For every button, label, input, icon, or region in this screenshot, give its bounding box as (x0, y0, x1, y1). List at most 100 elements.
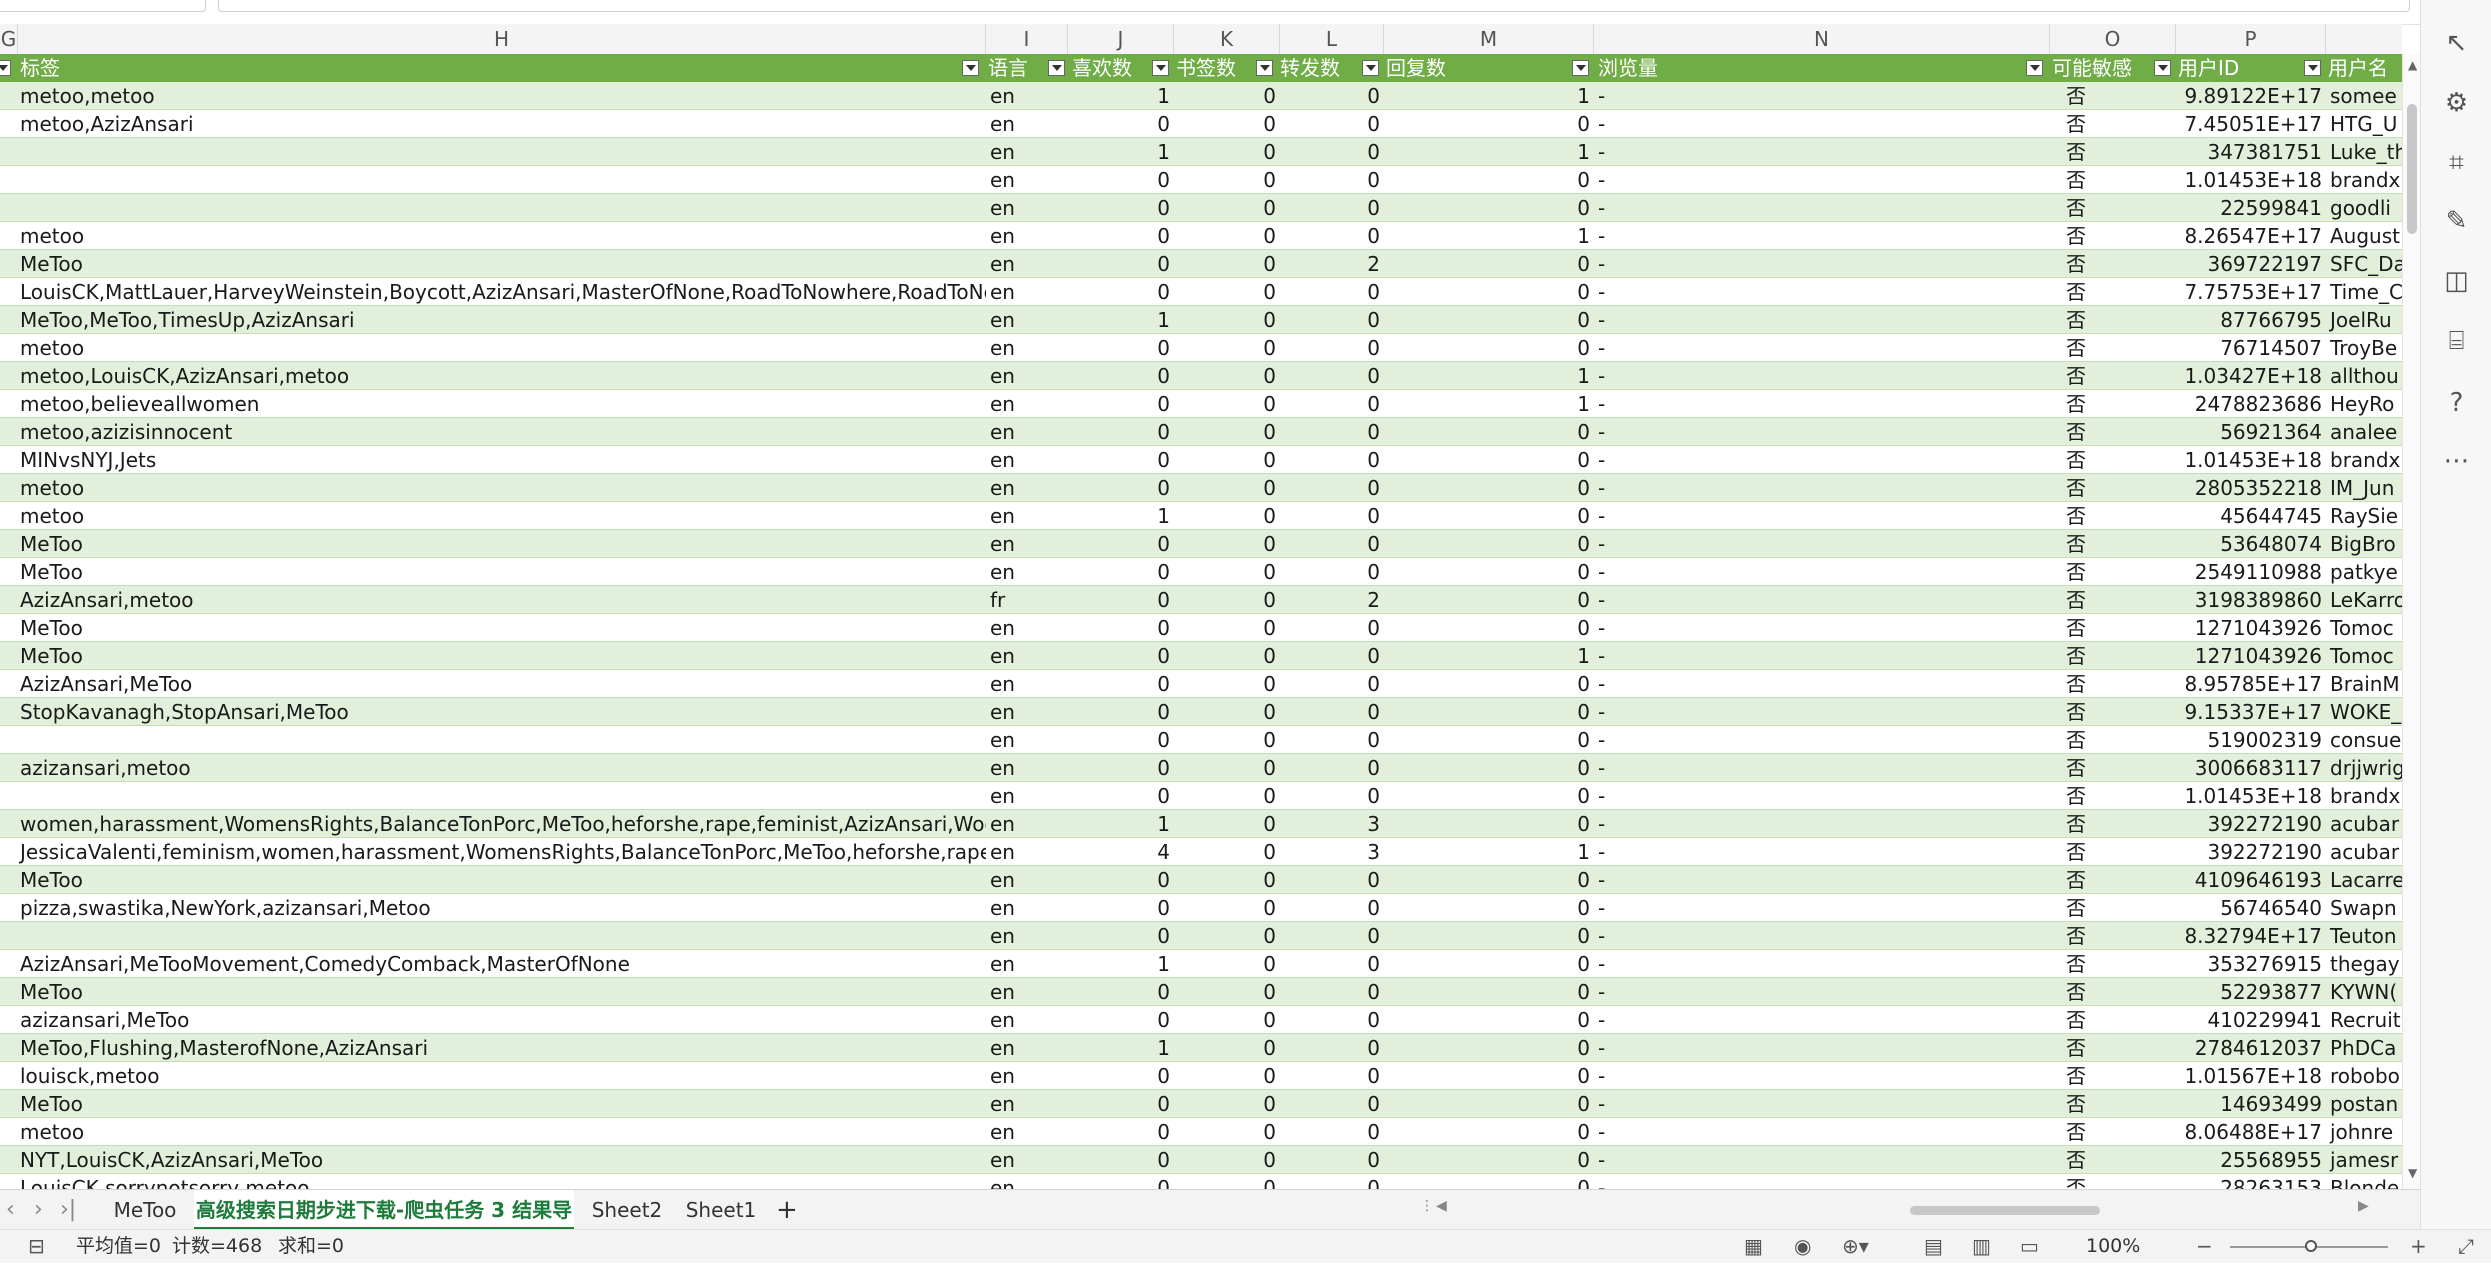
cell-sensitive[interactable]: 否 (2050, 502, 2098, 530)
cell-tag[interactable]: louisck,metoo (16, 1062, 986, 1090)
cell-bookmarks[interactable]: 0 (1174, 306, 1280, 334)
cell-sensitive[interactable]: 否 (2050, 530, 2098, 558)
cell-username[interactable]: Recruit (2326, 1006, 2402, 1034)
cell-replies[interactable]: 1 (1384, 222, 1594, 250)
cell-retweets[interactable]: 0 (1280, 642, 1384, 670)
cell-username[interactable]: HeyRo (2326, 390, 2402, 418)
vertical-scrollbar[interactable]: ▲ ▼ (2402, 54, 2421, 1189)
cell-replies[interactable]: 1 (1384, 838, 1594, 866)
cell-views[interactable]: - (1594, 1090, 2050, 1118)
cell-tag[interactable] (16, 166, 986, 194)
cell-lang[interactable]: en (986, 418, 1068, 446)
cell-tag[interactable]: metoo (16, 222, 986, 250)
crosshair-icon[interactable]: ⊕▾ (1842, 1230, 1869, 1263)
cell-username[interactable]: patkye (2326, 558, 2402, 586)
cell-retweets[interactable]: 0 (1280, 1146, 1384, 1174)
cell-likes[interactable]: 0 (1068, 754, 1174, 782)
cell-userid[interactable]: 1271043926 (2176, 614, 2326, 642)
cell-replies[interactable]: 0 (1384, 1006, 1594, 1034)
cell-views[interactable]: - (1594, 306, 2050, 334)
filter-dropdown-icon[interactable] (1152, 60, 1169, 76)
cell-retweets[interactable]: 0 (1280, 194, 1384, 222)
cell-replies[interactable]: 1 (1384, 82, 1594, 110)
cell-username[interactable]: Tomoc (2326, 614, 2402, 642)
cell-replies[interactable]: 0 (1384, 250, 1594, 278)
cell-lang[interactable]: en (986, 1090, 1068, 1118)
cell-likes[interactable]: 1 (1068, 950, 1174, 978)
cell-sensitive[interactable]: 否 (2050, 1006, 2098, 1034)
cell-sensitive[interactable]: 否 (2050, 474, 2098, 502)
cell-likes[interactable]: 0 (1068, 250, 1174, 278)
cell-tag[interactable]: MeToo (16, 614, 986, 642)
cell-views[interactable]: - (1594, 1118, 2050, 1146)
cell-replies[interactable]: 0 (1384, 1062, 1594, 1090)
cell-retweets[interactable]: 0 (1280, 726, 1384, 754)
cell-userid[interactable]: 9.15337E+17 (2176, 698, 2326, 726)
cell-views[interactable]: - (1594, 194, 2050, 222)
column-header-G[interactable]: G (0, 24, 18, 54)
cell-likes[interactable]: 1 (1068, 138, 1174, 166)
cell-username[interactable]: Teuton (2326, 922, 2402, 950)
cell-username[interactable]: goodli (2326, 194, 2402, 222)
cell-sensitive[interactable]: 否 (2050, 922, 2098, 950)
filter-dropdown-icon[interactable] (2304, 60, 2321, 76)
cell-userid[interactable]: 2549110988 (2176, 558, 2326, 586)
more-icon[interactable]: ⋯ (2421, 446, 2491, 476)
cell-sensitive[interactable]: 否 (2050, 642, 2098, 670)
cell-tag[interactable]: women,harassment,WomensRights,BalanceTon… (16, 810, 986, 838)
zoom-level[interactable]: 100% (2086, 1230, 2140, 1263)
cell-userid[interactable]: 45644745 (2176, 502, 2326, 530)
cell-userid[interactable]: 9.89122E+17 (2176, 82, 2326, 110)
cell-replies[interactable]: 0 (1384, 306, 1594, 334)
cell-retweets[interactable]: 2 (1280, 250, 1384, 278)
cell-username[interactable]: WOKE_ (2326, 698, 2402, 726)
cell-replies[interactable]: 0 (1384, 950, 1594, 978)
cell-bookmarks[interactable]: 0 (1174, 82, 1280, 110)
cell-lang[interactable]: en (986, 866, 1068, 894)
cell-views[interactable]: - (1594, 894, 2050, 922)
cell-sensitive[interactable]: 否 (2050, 782, 2098, 810)
cell-tag[interactable]: AzizAnsari,MeTooMovement,ComedyComback,M… (16, 950, 986, 978)
cell-likes[interactable]: 0 (1068, 194, 1174, 222)
cell-replies[interactable]: 1 (1384, 642, 1594, 670)
cell-bookmarks[interactable]: 0 (1174, 418, 1280, 446)
cell-userid[interactable]: 347381751 (2176, 138, 2326, 166)
cell-lang[interactable]: en (986, 782, 1068, 810)
cell-retweets[interactable]: 0 (1280, 502, 1384, 530)
cell-replies[interactable]: 0 (1384, 922, 1594, 950)
cell-sensitive[interactable]: 否 (2050, 1174, 2098, 1189)
cell-sensitive[interactable]: 否 (2050, 390, 2098, 418)
horizontal-scroll-thumb[interactable] (1910, 1206, 2100, 1215)
cell-likes[interactable]: 0 (1068, 110, 1174, 138)
cell-retweets[interactable]: 0 (1280, 1062, 1384, 1090)
cell-likes[interactable]: 0 (1068, 334, 1174, 362)
cell-likes[interactable]: 0 (1068, 922, 1174, 950)
cell-likes[interactable]: 0 (1068, 1118, 1174, 1146)
cell-sensitive[interactable]: 否 (2050, 894, 2098, 922)
cell-likes[interactable]: 0 (1068, 642, 1174, 670)
cell-userid[interactable]: 1.01453E+18 (2176, 446, 2326, 474)
cell-userid[interactable]: 1.03427E+18 (2176, 362, 2326, 390)
cell-tag[interactable]: metoo,LouisCK,AzizAnsari,metoo (16, 362, 986, 390)
cell-userid[interactable]: 14693499 (2176, 1090, 2326, 1118)
scroll-up-icon[interactable]: ▲ (2408, 58, 2417, 72)
sheet-tab-sheet1[interactable]: Sheet1 (674, 1190, 768, 1230)
filter-dropdown-icon[interactable] (1256, 60, 1273, 76)
cell-tag[interactable]: metoo (16, 1118, 986, 1146)
cell-bookmarks[interactable]: 0 (1174, 1034, 1280, 1062)
cell-userid[interactable]: 56921364 (2176, 418, 2326, 446)
cell-likes[interactable]: 0 (1068, 1006, 1174, 1034)
cell-bookmarks[interactable]: 0 (1174, 1062, 1280, 1090)
cell-views[interactable]: - (1594, 950, 2050, 978)
filter-dropdown-icon[interactable] (0, 60, 11, 76)
cell-lang[interactable]: en (986, 474, 1068, 502)
cell-replies[interactable]: 0 (1384, 614, 1594, 642)
cell-username[interactable]: BrainM (2326, 670, 2402, 698)
column-header-N[interactable]: N (1594, 24, 2050, 54)
cell-retweets[interactable]: 3 (1280, 810, 1384, 838)
cell-lang[interactable]: en (986, 670, 1068, 698)
cell-username[interactable]: brandx (2326, 782, 2402, 810)
cell-username[interactable]: TroyBe (2326, 334, 2402, 362)
cell-tag[interactable]: azizansari,metoo (16, 754, 986, 782)
cell-retweets[interactable]: 0 (1280, 334, 1384, 362)
